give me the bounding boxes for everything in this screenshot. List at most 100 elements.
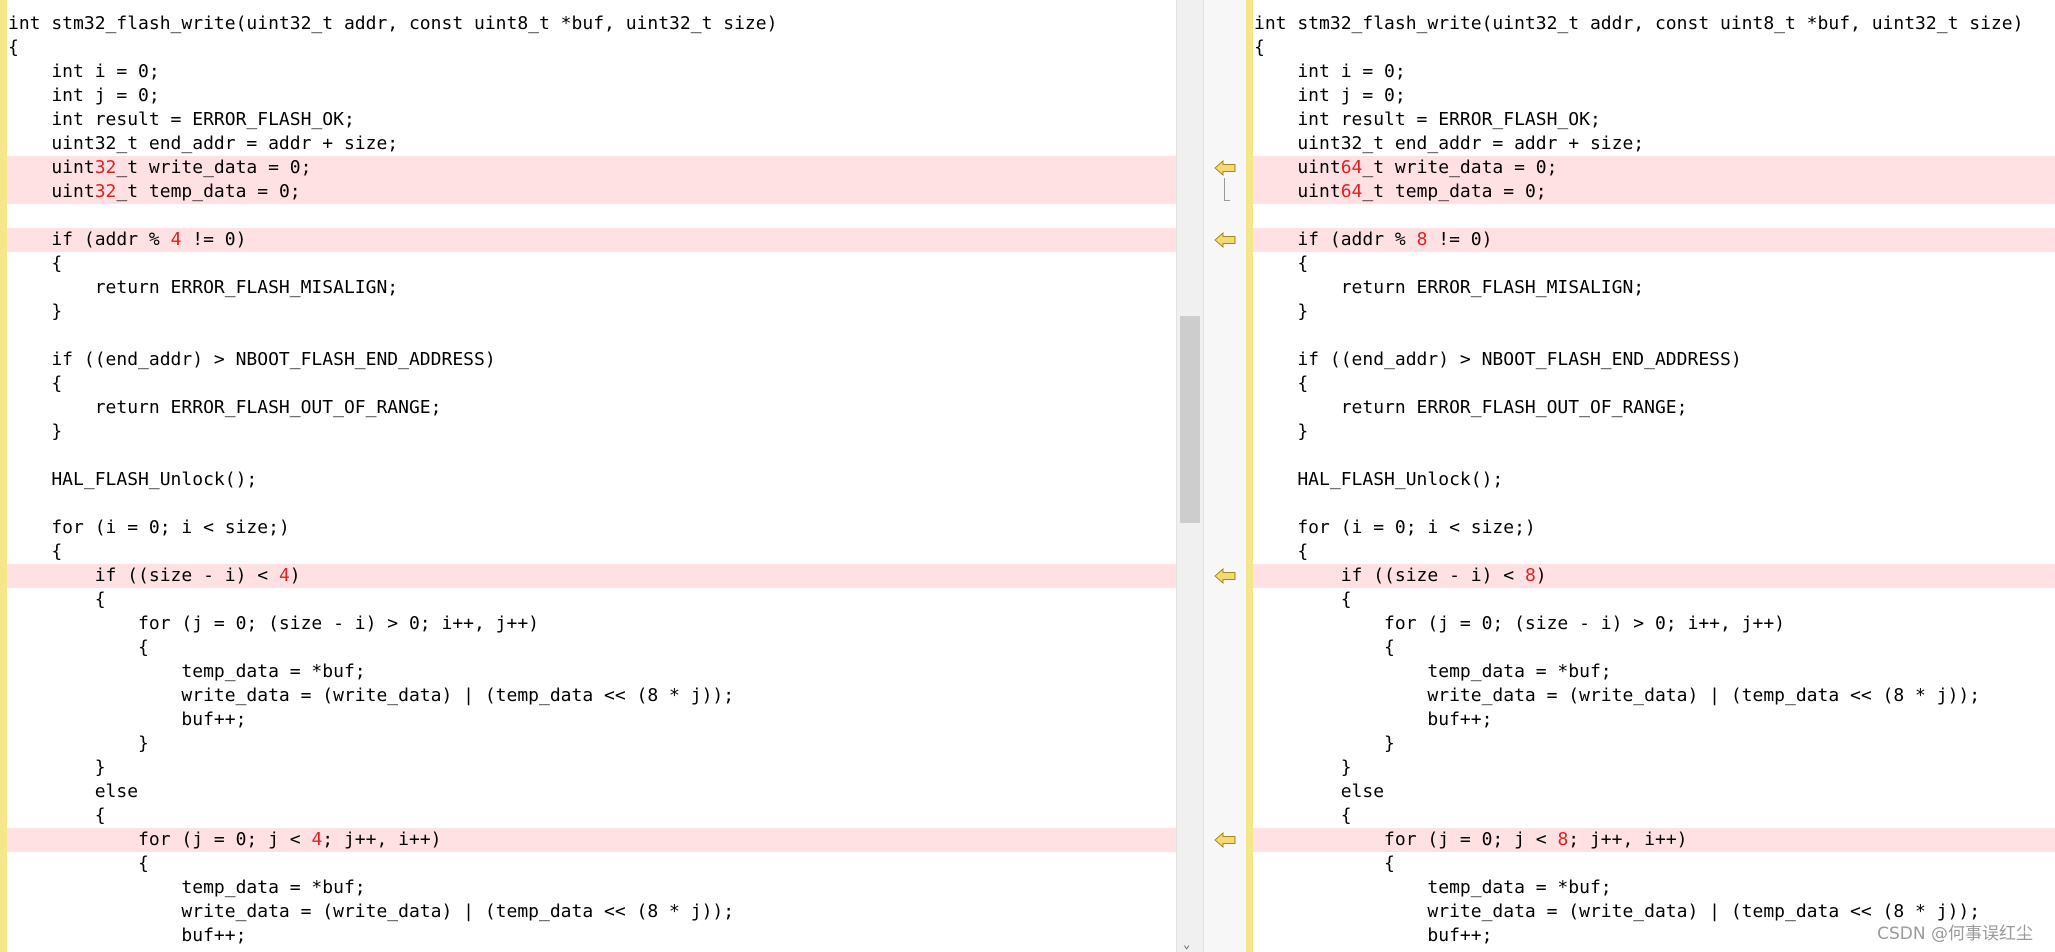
code-line: for (i = 0; i < size;) — [7, 516, 1176, 540]
changed-token: 32 — [94, 157, 117, 178]
code-text: } — [8, 733, 149, 754]
changed-token: 4 — [311, 829, 323, 850]
code-text: temp_data = *buf; — [1254, 661, 1612, 682]
code-line: HAL_FLASH_Unlock(); — [1253, 468, 2055, 492]
code-line: { — [1253, 636, 2055, 660]
code-line: buf++; — [7, 708, 1176, 732]
code-text: { — [8, 637, 149, 658]
code-line: else — [1253, 780, 2055, 804]
code-text: buf++; — [1254, 925, 1493, 946]
code-line: int i = 0; — [1253, 60, 2055, 84]
code-line: int result = ERROR_FLASH_OK; — [7, 108, 1176, 132]
code-line: { — [7, 252, 1176, 276]
code-text: ; j++, i++) — [1568, 829, 1688, 850]
changed-token: 64 — [1340, 181, 1363, 202]
code-line: int stm32_flash_write(uint32_t addr, con… — [1253, 12, 2055, 36]
left-scrollbar-thumb[interactable] — [1180, 316, 1200, 523]
code-line: int stm32_flash_write(uint32_t addr, con… — [7, 12, 1176, 36]
code-line: temp_data = *buf; — [1253, 660, 2055, 684]
code-line: for (j = 0; (size - i) > 0; i++, j++) — [1253, 612, 2055, 636]
left-vertical-scrollbar[interactable]: ⌄ — [1176, 0, 1203, 952]
copy-change-arrow-icon[interactable] — [1214, 160, 1236, 176]
code-text: } — [1254, 301, 1309, 322]
code-text: HAL_FLASH_Unlock(); — [1254, 469, 1504, 490]
diff-block-bracket — [1224, 178, 1230, 201]
left-change-bar — [0, 0, 7, 952]
code-text: buf++; — [8, 709, 247, 730]
code-line: { — [7, 636, 1176, 660]
code-text: uint — [8, 157, 95, 178]
code-line-changed: uint32_t temp_data = 0; — [7, 180, 1176, 204]
code-line: int j = 0; — [1253, 84, 2055, 108]
diff-gutter — [1203, 0, 1248, 952]
code-text: _t temp_data = 0; — [116, 181, 301, 202]
left-code-pane[interactable]: int stm32_flash_write(uint32_t addr, con… — [0, 0, 1176, 952]
code-line: } — [1253, 732, 2055, 756]
code-line: write_data = (write_data) | (temp_data <… — [1253, 684, 2055, 708]
code-line: { — [1253, 252, 2055, 276]
code-text: return ERROR_FLASH_MISALIGN; — [1254, 277, 1645, 298]
right-code-pane[interactable]: int stm32_flash_write(uint32_t addr, con… — [1246, 0, 2055, 952]
code-text: int j = 0; — [8, 85, 160, 106]
code-line-changed: for (j = 0; j < 4; j++, i++) — [7, 828, 1176, 852]
code-line-changed: if (addr % 4 != 0) — [7, 228, 1176, 252]
code-line: temp_data = *buf; — [1253, 876, 2055, 900]
code-text: if ((end_addr) > NBOOT_FLASH_END_ADDRESS… — [8, 349, 496, 370]
code-line: return ERROR_FLASH_OUT_OF_RANGE; — [1253, 396, 2055, 420]
code-text: { — [1254, 253, 1309, 274]
code-text: if ((size - i) < — [1254, 565, 1525, 586]
code-line-changed: uint32_t write_data = 0; — [7, 156, 1176, 180]
code-text: int i = 0; — [1254, 61, 1406, 82]
code-text: != 0) — [1427, 229, 1493, 250]
code-text: } — [8, 757, 106, 778]
code-text: uint — [1254, 181, 1341, 202]
code-line: buf++; — [1253, 708, 2055, 732]
copy-change-arrow-icon[interactable] — [1214, 568, 1236, 584]
code-text: { — [1254, 853, 1395, 874]
code-line: { — [1253, 852, 2055, 876]
code-text: if (addr % — [1254, 229, 1417, 250]
changed-token: 32 — [94, 181, 117, 202]
code-text: } — [1254, 757, 1352, 778]
code-line: temp_data = *buf; — [7, 876, 1176, 900]
changed-token: 8 — [1524, 565, 1536, 586]
code-text: ; j++, i++) — [322, 829, 442, 850]
scroll-down-arrow-icon[interactable]: ⌄ — [1183, 938, 1190, 950]
code-text: } — [1254, 733, 1395, 754]
code-line: { — [1253, 372, 2055, 396]
code-line: else — [7, 780, 1176, 804]
code-text: buf++; — [1254, 709, 1493, 730]
right-change-bar — [1246, 0, 1253, 952]
code-text: ) — [1535, 565, 1547, 586]
code-text: { — [8, 853, 149, 874]
code-line: { — [7, 540, 1176, 564]
code-text: if ((size - i) < — [8, 565, 279, 586]
code-text: if ((end_addr) > NBOOT_FLASH_END_ADDRESS… — [1254, 349, 1742, 370]
copy-change-arrow-icon[interactable] — [1214, 832, 1236, 848]
code-text: temp_data = *buf; — [8, 877, 366, 898]
code-text: uint — [8, 181, 95, 202]
code-line: { — [1253, 588, 2055, 612]
code-line: for (j = 0; (size - i) > 0; i++, j++) — [7, 612, 1176, 636]
code-line-changed: if (addr % 8 != 0) — [1253, 228, 2055, 252]
code-text: { — [1254, 541, 1309, 562]
code-text: for (i = 0; i < size;) — [1254, 517, 1536, 538]
code-text: uint32_t end_addr = addr + size; — [8, 133, 399, 154]
code-text: { — [1254, 37, 1265, 58]
code-text: temp_data = *buf; — [1254, 877, 1612, 898]
code-line: } — [7, 420, 1176, 444]
copy-change-arrow-icon[interactable] — [1214, 232, 1236, 248]
code-text: uint — [1254, 157, 1341, 178]
code-line: return ERROR_FLASH_MISALIGN; — [1253, 276, 2055, 300]
code-text: { — [8, 373, 63, 394]
code-text: if (addr % — [8, 229, 171, 250]
code-text: write_data = (write_data) | (temp_data <… — [8, 901, 735, 922]
changed-token: 64 — [1340, 157, 1363, 178]
code-line: HAL_FLASH_Unlock(); — [7, 468, 1176, 492]
code-text: for (j = 0; (size - i) > 0; i++, j++) — [1254, 613, 1786, 634]
code-line: { — [7, 588, 1176, 612]
code-text: { — [1254, 589, 1352, 610]
